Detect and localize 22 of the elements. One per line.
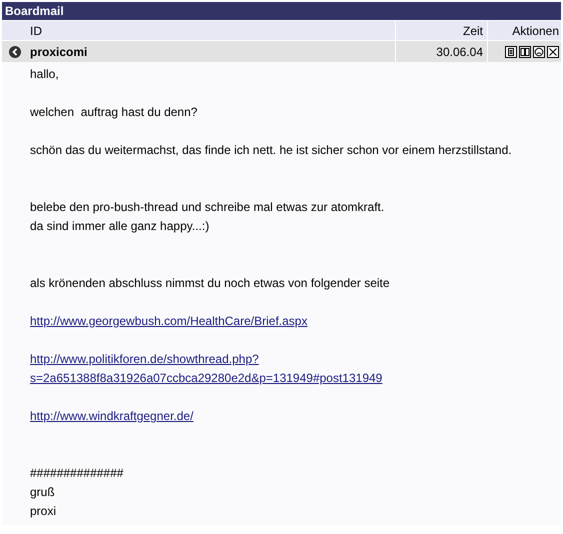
message-link[interactable]: http://www.politikforen.de/showthread.php?s=2a651388f8a31926a07ccbca29280e2d&p=131949#post131949 bbox=[30, 350, 450, 388]
face-icon[interactable] bbox=[533, 46, 545, 58]
message-text: gruß bbox=[30, 485, 55, 499]
sender-name: proxicomi bbox=[29, 44, 88, 58]
column-header: Zeit bbox=[395, 21, 487, 40]
close-icon[interactable] bbox=[547, 46, 559, 58]
message-text: ############## bbox=[30, 466, 124, 480]
message-text: als krönenden abschluss nimmst du noch etwas von folgender seite bbox=[30, 276, 390, 290]
two-column-icon[interactable] bbox=[519, 46, 531, 58]
message-link[interactable]: http://www.georgewbush.com/HealthCare/Brief.aspx bbox=[30, 312, 308, 331]
message-text: proxi bbox=[30, 504, 56, 518]
message-text: welchen auftrag hast du denn? bbox=[30, 105, 198, 119]
message-text: schön das du weitermachst, das finde ich nett. he ist sicher schon vor einem herzstillstand. bbox=[30, 143, 512, 157]
back-icon[interactable] bbox=[8, 46, 20, 58]
message-text: belebe den pro-bush-thread und schreibe mal etwas zur atomkraft. bbox=[30, 200, 384, 214]
message-link[interactable]: http://www.windkraftgegner.de/ bbox=[30, 407, 194, 426]
column-header: ID bbox=[29, 24, 43, 38]
window-title: Boardmail bbox=[2, 2, 561, 20]
message-text: da sind immer alle ganz happy...:) bbox=[30, 219, 210, 233]
document-icon[interactable] bbox=[505, 46, 517, 58]
message-text: hallo, bbox=[30, 67, 59, 81]
column-header: Aktionen bbox=[487, 21, 561, 40]
